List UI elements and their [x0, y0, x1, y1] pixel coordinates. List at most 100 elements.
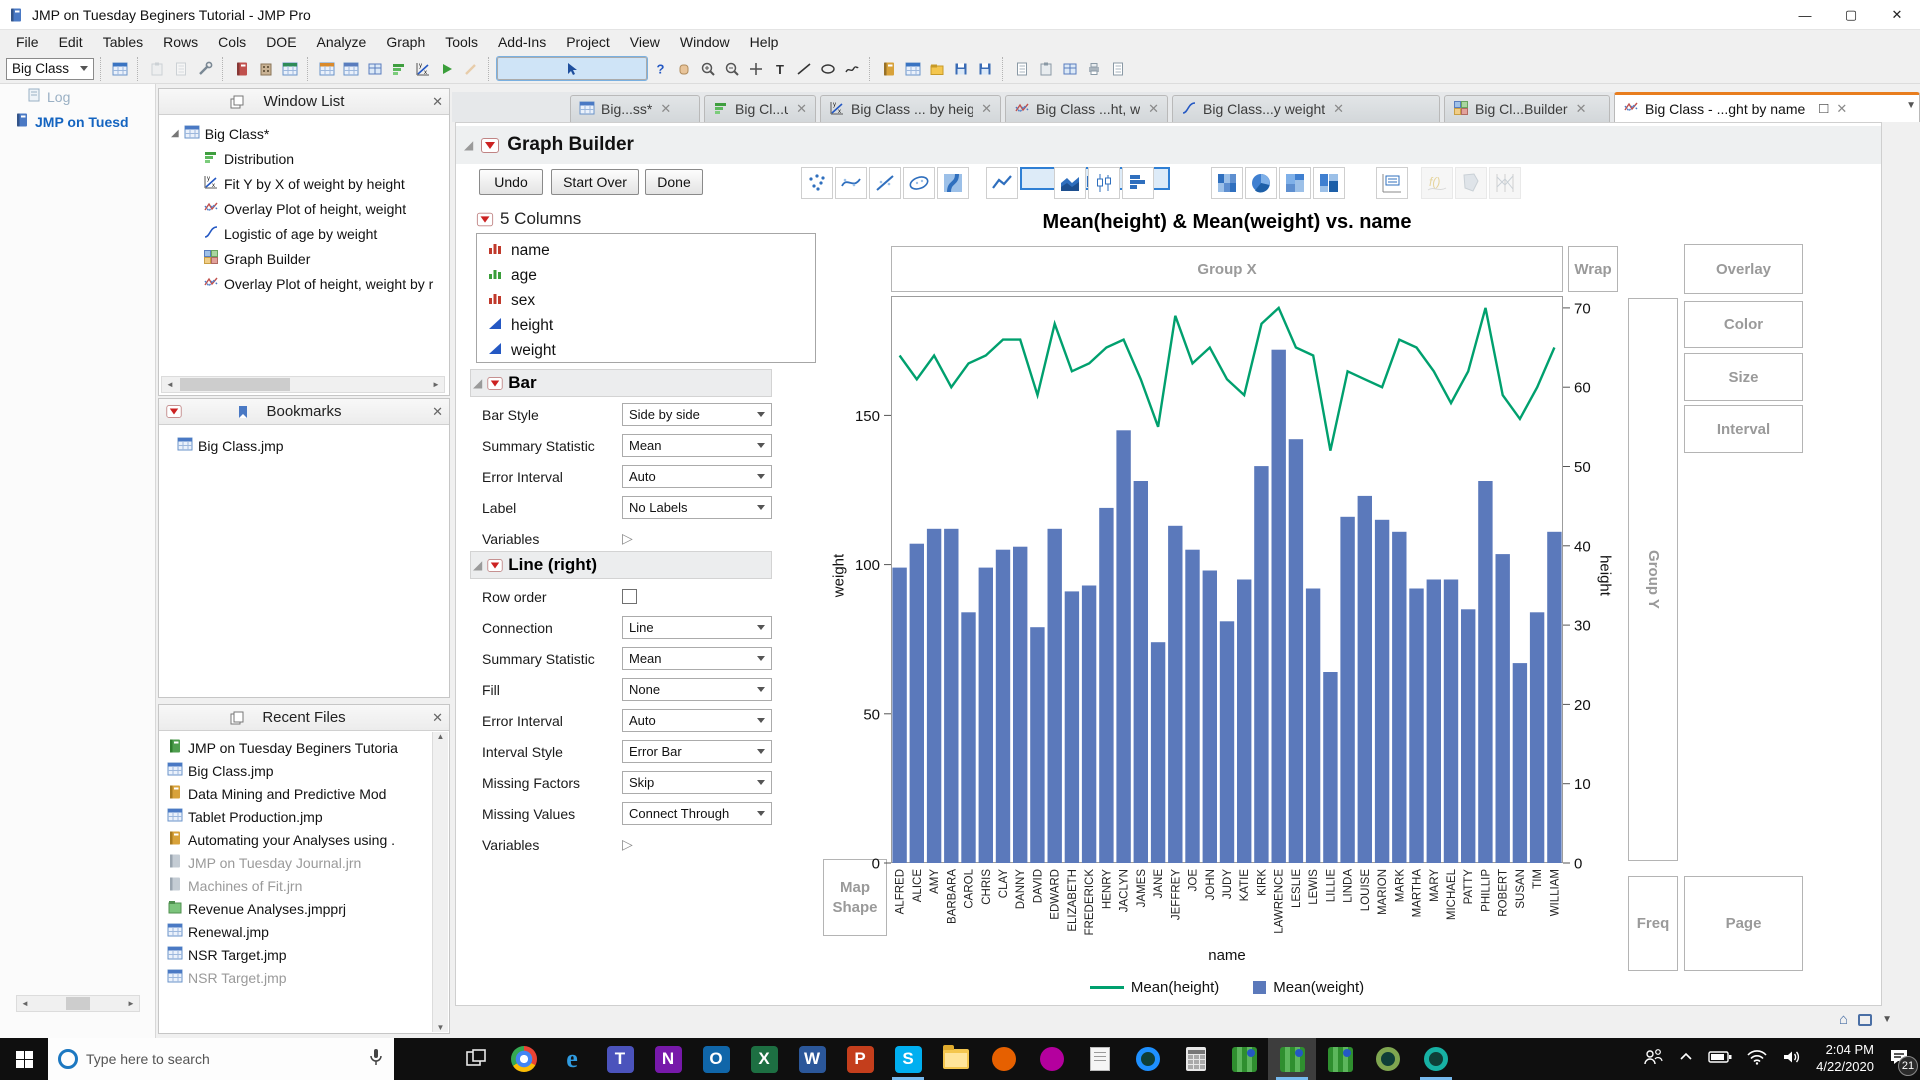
bar-DANNY[interactable] — [1013, 547, 1027, 863]
bar-JANE[interactable] — [1151, 642, 1165, 863]
excel-icon[interactable]: X — [740, 1038, 788, 1080]
bar-DAVID[interactable] — [1030, 627, 1044, 863]
element-pie-icon[interactable] — [1245, 167, 1277, 199]
bar-error-interval-select[interactable]: Auto — [622, 465, 772, 488]
red-triangle-button[interactable] — [481, 138, 499, 153]
column-item-sex[interactable]: sex — [487, 288, 815, 313]
mean-height-line[interactable] — [900, 308, 1555, 451]
menu-doe[interactable]: DOE — [256, 32, 306, 52]
edge-icon[interactable]: e — [548, 1038, 596, 1080]
jmp-icon[interactable] — [1316, 1038, 1364, 1080]
bar-WILLIAM[interactable] — [1547, 532, 1561, 863]
element-ellipse-icon[interactable] — [903, 167, 935, 199]
outlook-icon[interactable]: O — [692, 1038, 740, 1080]
summary-icon[interactable] — [340, 58, 362, 80]
bar-ALFRED[interactable] — [892, 568, 906, 863]
menu-project[interactable]: Project — [556, 32, 620, 52]
wifi-icon[interactable] — [1746, 1049, 1768, 1070]
minimize-button[interactable]: — — [1782, 0, 1828, 30]
line-error-interval-select[interactable]: Auto — [622, 709, 772, 732]
calculator-icon[interactable] — [1172, 1038, 1220, 1080]
bar-JACLYN[interactable] — [1116, 430, 1130, 863]
bar-JEFFREY[interactable] — [1168, 526, 1182, 863]
run-script-icon[interactable] — [436, 58, 458, 80]
line-connection-select[interactable]: Line — [622, 616, 772, 639]
bar-bar-style-select[interactable]: Side by side — [622, 403, 772, 426]
element-box-plot-icon[interactable] — [1088, 167, 1120, 199]
bar-section-header[interactable]: ◢ Bar — [470, 369, 772, 397]
tree-item[interactable]: Overlay Plot of height, weight — [169, 196, 447, 221]
tab-close-icon[interactable]: ✕ — [1576, 101, 1587, 117]
recent-file-item[interactable]: NSR Target.jmp — [167, 943, 431, 966]
tab-close-icon[interactable]: ✕ — [1148, 101, 1159, 117]
microphone-icon[interactable] — [368, 1047, 384, 1072]
bar-SUSAN[interactable] — [1513, 663, 1527, 863]
element-contour-icon[interactable] — [937, 167, 969, 199]
recent-file-item[interactable]: NSR Target.jmp — [167, 966, 431, 989]
done-button[interactable]: Done — [645, 169, 703, 195]
word-icon[interactable]: W — [788, 1038, 836, 1080]
recent-file-item[interactable]: Big Class.jmp — [167, 759, 431, 782]
start-button[interactable] — [0, 1038, 48, 1080]
wrap-drop-zone[interactable]: Wrap — [1568, 246, 1618, 292]
window-layout-icon[interactable] — [1858, 1014, 1872, 1026]
save-icon[interactable] — [974, 58, 996, 80]
bar-ALICE[interactable] — [910, 544, 924, 863]
tab-5[interactable]: Big Class...y weight✕ — [1172, 95, 1440, 122]
element-histogram-icon[interactable] — [1122, 167, 1154, 199]
element-line-of-fit-icon[interactable] — [869, 167, 901, 199]
tab-6[interactable]: Big Cl...Builder✕ — [1444, 95, 1610, 122]
line-interval-style-select[interactable]: Error Bar — [622, 740, 772, 763]
paste-icon[interactable] — [1035, 58, 1057, 80]
bar-JUDY[interactable] — [1220, 621, 1234, 863]
caret-down-icon[interactable]: ▼ — [1882, 1014, 1892, 1025]
tab-4[interactable]: Big Class ...ht, weight✕ — [1005, 95, 1168, 122]
bar-label-select[interactable]: No Labels — [622, 496, 772, 519]
close-icon[interactable]: ✕ — [432, 710, 443, 726]
tree-item[interactable]: Logistic of age by weight — [169, 221, 447, 246]
wrench-icon[interactable] — [194, 58, 216, 80]
menu-cols[interactable]: Cols — [208, 32, 256, 52]
database-icon[interactable] — [255, 58, 277, 80]
notification-center-button[interactable]: 21 — [1888, 1047, 1910, 1072]
close-icon[interactable]: ✕ — [432, 404, 443, 420]
bar-summary-statistic-select[interactable]: Mean — [622, 434, 772, 457]
bar-TIM[interactable] — [1530, 612, 1544, 863]
bar-CHRIS[interactable] — [979, 568, 993, 863]
bar-LAWRENCE[interactable] — [1272, 350, 1286, 863]
bar-MARION[interactable] — [1375, 520, 1389, 863]
rail-horizontal-scrollbar[interactable]: ◄ ► — [16, 995, 140, 1012]
element-treemap-icon[interactable] — [1279, 167, 1311, 199]
new-journal-icon[interactable] — [878, 58, 900, 80]
jmp-icon-active[interactable] — [1268, 1038, 1316, 1080]
open-icon[interactable] — [926, 58, 948, 80]
scroll-right-icon[interactable]: ► — [123, 999, 139, 1008]
tree-item[interactable]: yxFit Y by X of weight by height — [169, 171, 447, 196]
menu-tables[interactable]: Tables — [93, 32, 153, 52]
bar-PHILLIP[interactable] — [1478, 481, 1492, 863]
new-data-table-icon[interactable] — [109, 58, 131, 80]
recent-file-item[interactable]: JMP on Tuesday Journal.jrn — [167, 851, 431, 874]
bar-KIRK[interactable] — [1254, 466, 1268, 863]
lasso-icon[interactable] — [841, 58, 863, 80]
recent-file-item[interactable]: Machines of Fit.jrn — [167, 874, 431, 897]
red-triangle-button[interactable] — [166, 405, 181, 418]
people-icon[interactable] — [1642, 1047, 1664, 1072]
red-triangle-button[interactable] — [488, 377, 503, 390]
collapse-icon[interactable]: ◢ — [473, 558, 482, 572]
skype-icon[interactable]: S — [884, 1038, 932, 1080]
interval-drop-zone[interactable]: Interval — [1684, 405, 1803, 453]
bookmark-item[interactable]: Big Class.jmp — [175, 433, 447, 458]
bar-LILLIE[interactable] — [1323, 672, 1337, 863]
menu-file[interactable]: File — [6, 32, 49, 52]
bar-MARTHA[interactable] — [1409, 589, 1423, 864]
recent-files-scrollbar[interactable]: ▲ ▼ — [432, 732, 448, 1032]
menu-edit[interactable]: Edit — [49, 32, 93, 52]
table-tools-icon[interactable] — [316, 58, 338, 80]
red-triangle-button[interactable] — [477, 212, 493, 226]
window-list-horizontal-scrollbar[interactable]: ◄ ► — [161, 376, 445, 393]
firefox-icon[interactable] — [980, 1038, 1028, 1080]
print-icon[interactable] — [1083, 58, 1105, 80]
menu-graph[interactable]: Graph — [376, 32, 435, 52]
jmp-icon[interactable] — [1220, 1038, 1268, 1080]
